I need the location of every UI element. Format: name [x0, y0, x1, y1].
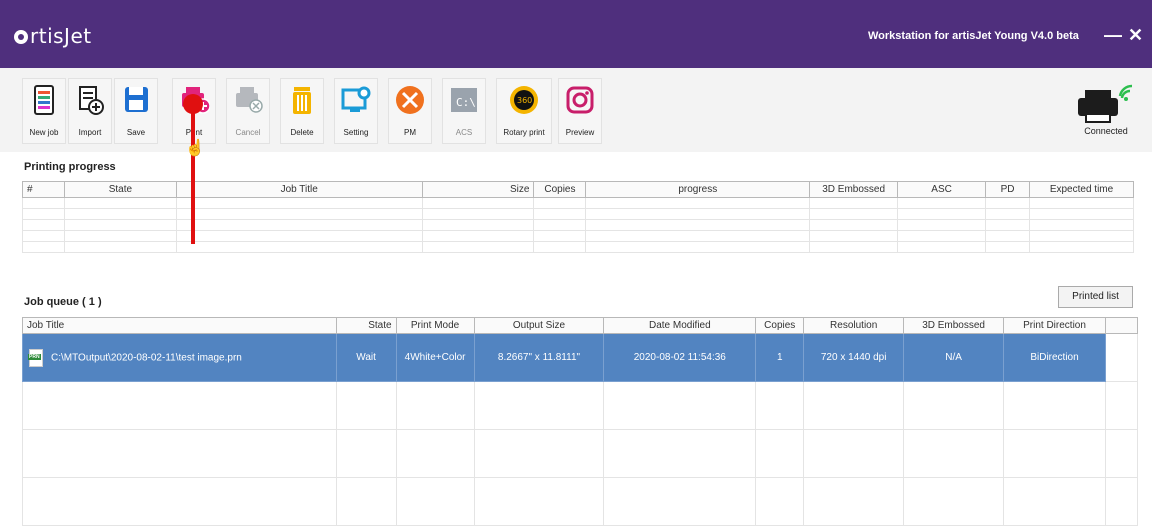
empty-row — [22, 197, 1134, 209]
table-row[interactable]: PRN C:\MTOutput\2020-08-02-11\test image.… — [22, 333, 1139, 382]
rotary-print-label: Rotary print — [503, 128, 545, 137]
app-logo: rtisJet — [14, 24, 92, 48]
job-queue-table: Job Title State Print Mode Output Size D… — [22, 317, 1139, 526]
trash-icon — [286, 83, 318, 117]
delete-button[interactable]: Delete — [280, 78, 324, 144]
cell-copies: 1 — [755, 333, 805, 382]
col-date-modified[interactable]: Date Modified — [603, 317, 757, 334]
col-expected-time[interactable]: Expected time — [1029, 181, 1134, 198]
maintenance-tools-icon — [394, 83, 426, 117]
cancel-print-icon — [232, 83, 264, 117]
rotary-360-icon: 360 — [508, 83, 540, 117]
cell-3d-embossed: N/A — [903, 333, 1005, 382]
col-progress[interactable]: progress — [585, 181, 811, 198]
cell-date-modified: 2020-08-02 11:54:36 — [603, 333, 757, 382]
printing-progress-title: Printing progress — [24, 161, 116, 173]
hand-cursor-icon: ☝ — [185, 140, 205, 157]
empty-row — [22, 219, 1134, 231]
preview-camera-icon — [564, 83, 596, 117]
import-button[interactable]: Import — [68, 78, 112, 144]
command-prompt-icon: C:\ — [448, 83, 480, 117]
preview-label: Preview — [565, 128, 595, 137]
save-icon — [120, 83, 152, 117]
queue-header-row: Job Title State Print Mode Output Size D… — [22, 317, 1139, 334]
cancel-label: Cancel — [235, 128, 261, 137]
col-job-title[interactable]: Job Title — [22, 317, 337, 334]
col-print-direction[interactable]: Print Direction — [1003, 317, 1106, 334]
annotation-arrow-dot — [183, 94, 203, 114]
connection-status: Connected — [1084, 126, 1128, 136]
col-print-mode[interactable]: Print Mode — [395, 317, 475, 334]
printer-status: Connected — [1076, 84, 1136, 140]
empty-row — [22, 381, 1139, 430]
acs-label: ACS — [455, 128, 473, 137]
new-job-label: New job — [29, 128, 59, 137]
empty-row — [22, 208, 1134, 220]
preview-button[interactable]: Preview — [558, 78, 602, 144]
col-filler — [1104, 317, 1139, 334]
window-title: Workstation for artisJet Young V4.0 beta — [868, 30, 1079, 42]
pm-button[interactable]: PM — [388, 78, 432, 144]
setting-button[interactable]: Setting — [334, 78, 378, 144]
toolbar: New job Import Save Print Cancel Delete — [0, 68, 1152, 152]
col-state[interactable]: State — [335, 317, 397, 334]
col-copies[interactable]: Copies — [533, 181, 587, 198]
file-badge: PRN — [28, 353, 41, 360]
svg-text:C:\: C:\ — [456, 96, 476, 109]
col-copies[interactable]: Copies — [755, 317, 805, 334]
save-button[interactable]: Save — [114, 78, 158, 144]
cell-output-size: 8.2667" x 11.8111" — [473, 333, 605, 382]
minimize-button[interactable]: — — [1104, 26, 1122, 44]
new-job-icon — [28, 83, 60, 117]
printing-header-row: # State Job Title Size Copies progress 3… — [22, 181, 1134, 198]
cell-print-direction: BiDirection — [1003, 333, 1106, 382]
cell-resolution: 720 x 1440 dpi — [803, 333, 905, 382]
printing-progress-table: # State Job Title Size Copies progress 3… — [22, 181, 1134, 253]
rotary-print-button[interactable]: 360 Rotary print — [496, 78, 552, 144]
col-resolution[interactable]: Resolution — [803, 317, 905, 334]
delete-label: Delete — [290, 128, 314, 137]
col-3d-embossed[interactable]: 3D Embossed — [809, 181, 899, 198]
empty-row — [22, 429, 1139, 478]
col-pd[interactable]: PD — [985, 181, 1031, 198]
logo-ring-icon — [14, 30, 28, 44]
rotary-badge: 360 — [517, 96, 532, 105]
col-size[interactable]: Size — [421, 181, 535, 198]
annotation-arrow-line — [191, 102, 195, 244]
job-queue-title: Job queue ( 1 ) — [24, 296, 102, 308]
cell-state: Wait — [335, 333, 397, 382]
acs-button[interactable]: C:\ ACS — [442, 78, 486, 144]
col-asc[interactable]: ASC — [897, 181, 987, 198]
pm-label: PM — [404, 128, 416, 137]
cell-job-title: PRN C:\MTOutput\2020-08-02-11\test image.… — [22, 333, 337, 382]
col-output-size[interactable]: Output Size — [473, 317, 605, 334]
col-number[interactable]: # — [22, 181, 65, 198]
cancel-button[interactable]: Cancel — [226, 78, 270, 144]
cell-filler — [1104, 333, 1139, 382]
col-state[interactable]: State — [63, 181, 177, 198]
import-label: Import — [78, 128, 102, 137]
col-job-title[interactable]: Job Title — [175, 181, 423, 198]
empty-row — [22, 230, 1134, 242]
printed-list-button[interactable]: Printed list — [1058, 286, 1133, 308]
close-button[interactable]: ✕ — [1128, 26, 1143, 44]
settings-monitor-icon — [340, 83, 372, 117]
empty-row — [22, 241, 1134, 253]
job-title-text: C:\MTOutput\2020-08-02-11\test image.prn — [51, 352, 242, 364]
empty-row — [22, 477, 1139, 526]
new-job-button[interactable]: New job — [22, 78, 66, 144]
prn-file-icon: PRN — [28, 348, 43, 367]
printer-wifi-icon — [1078, 84, 1133, 123]
col-3d-embossed[interactable]: 3D Embossed — [903, 317, 1005, 334]
save-label: Save — [126, 128, 146, 137]
title-bar: rtisJet Workstation for artisJet Young V… — [0, 0, 1152, 68]
cell-print-mode: 4White+Color — [395, 333, 475, 382]
setting-label: Setting — [343, 128, 369, 137]
import-icon — [74, 83, 106, 117]
